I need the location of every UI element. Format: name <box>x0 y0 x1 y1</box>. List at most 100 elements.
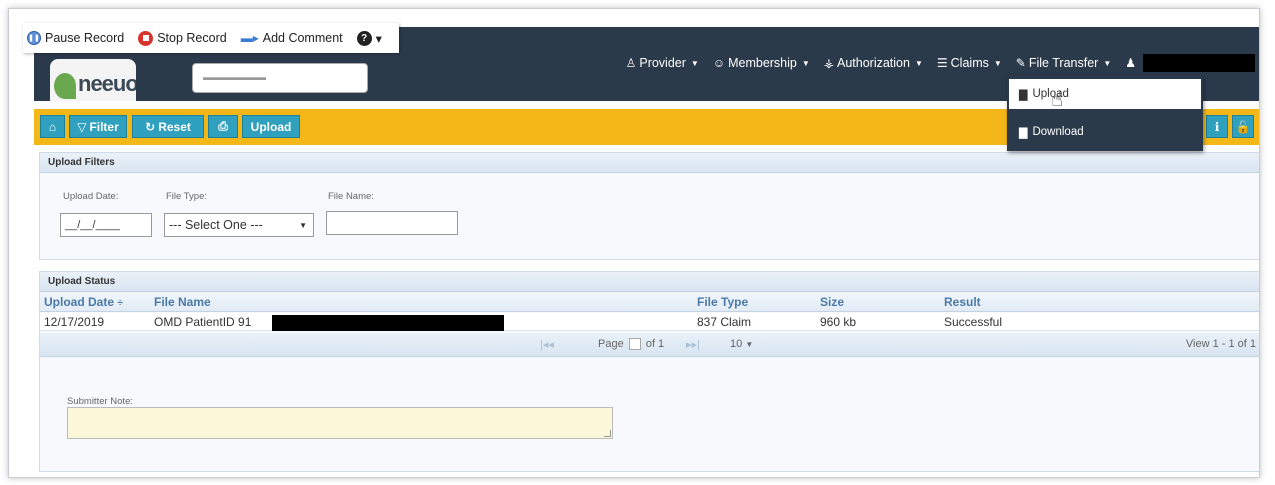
recording-toolbar: ❚❚ Pause Record Stop Record ▬▸ Add Comme… <box>23 23 399 53</box>
upload-status-panel: Upload Status Upload Date ÷ File Name Fi… <box>39 271 1259 376</box>
file-type-value: --- Select One --- <box>169 218 263 232</box>
comment-icon: ▬▸ <box>240 31 259 45</box>
nav-authorization-label: Authorization <box>837 56 910 70</box>
dropdown-upload-item[interactable]: ▇ Upload <box>1009 79 1201 109</box>
info-icon: ℹ <box>1214 119 1220 134</box>
nav-provider[interactable]: ♙ Provider ▼ <box>626 54 699 72</box>
file-icon: ▇ <box>1019 88 1028 101</box>
page-label: Page <box>598 338 624 350</box>
pause-icon: ❚❚ <box>27 31 41 45</box>
help-icon: ? <box>356 30 372 46</box>
view-count-text: View 1 - 1 of 1 <box>1185 338 1256 350</box>
file-transfer-dropdown: ▇ Upload ▇ Download <box>1007 75 1203 151</box>
cell-file-name: OMD PatientID 91 <box>154 315 252 329</box>
first-page-icon[interactable]: |◂◂ <box>540 338 554 351</box>
home-button[interactable]: ⌂ <box>40 115 65 138</box>
chevron-down-icon: ▼ <box>690 58 699 68</box>
file-name-label: File Name: <box>328 191 374 202</box>
nav-claims[interactable]: ☰ Claims ▼ <box>937 54 1002 72</box>
page-of-label: of 1 <box>645 338 665 350</box>
nav-authorization[interactable]: ⚶ Authorization ▼ <box>824 54 923 72</box>
upload-filters-title: Upload Filters <box>40 153 1259 173</box>
submitter-note-textarea[interactable] <box>67 407 613 439</box>
filter-button-label: Filter <box>89 119 119 134</box>
nav-membership-label: Membership <box>728 56 797 70</box>
column-header-upload-date[interactable]: Upload Date ÷ <box>44 295 123 309</box>
home-icon: ⌂ <box>48 119 57 134</box>
unlock-button[interactable]: 🔓 <box>1232 115 1254 138</box>
chevron-down-icon: ▼ <box>801 58 810 68</box>
file-icon: ▇ <box>1019 126 1028 139</box>
cell-file-type: 837 Claim <box>697 315 752 329</box>
dropdown-download-label: Download <box>1032 126 1084 138</box>
cell-upload-date: 12/17/2019 <box>44 315 105 329</box>
unlock-icon: 🔓 <box>1235 119 1251 134</box>
sort-icon: ÷ <box>117 298 123 309</box>
page-indicator: Page of 1 <box>598 338 665 351</box>
provider-icon: ♙ <box>625 56 637 70</box>
hand-cursor-icon: ☝ <box>1051 89 1064 111</box>
filter-button[interactable]: ▽ Filter <box>69 115 127 138</box>
upload-filters-panel: Upload Filters Upload Date: __/__/____ F… <box>39 152 1259 260</box>
search-input[interactable]: ▬▬▬▬▬▬▬ <box>192 63 368 93</box>
nav-membership[interactable]: ☺ Membership ▼ <box>713 54 810 72</box>
pause-record-button[interactable]: ❚❚ Pause Record <box>27 31 124 45</box>
chevron-down-icon: ▼ <box>993 58 1002 68</box>
stop-icon <box>138 30 154 46</box>
redacted-user-name <box>1143 54 1255 72</box>
chevron-down-icon: ▼ <box>745 340 754 349</box>
column-header-file-type[interactable]: File Type <box>697 295 748 309</box>
pause-record-label: Pause Record <box>45 31 125 45</box>
table-header: Upload Date ÷ File Name File Type Size R… <box>40 292 1259 312</box>
file-type-label: File Type: <box>166 191 208 202</box>
column-header-size[interactable]: Size <box>820 295 844 309</box>
table-pager: |◂◂ Page of 1 ▸▸| 10 ▼ View 1 - 1 of 1 <box>40 333 1259 357</box>
nav-user-account[interactable]: ♟ <box>1125 54 1255 72</box>
dropdown-download-item[interactable]: ▇ Download <box>1009 119 1201 145</box>
logo: neeuo <box>50 59 136 101</box>
reset-button-label: Reset <box>158 119 191 134</box>
last-page-icon[interactable]: ▸▸| <box>686 338 700 351</box>
column-header-result[interactable]: Result <box>944 295 981 309</box>
upload-status-title: Upload Status <box>40 272 1259 292</box>
main-menu: ♙ Provider ▼ ☺ Membership ▼ ⚶ Authorizat… <box>626 54 1255 72</box>
sitemap-icon: ⚶ <box>823 56 834 70</box>
column-header-file-name[interactable]: File Name <box>154 295 211 309</box>
nav-claims-label: Claims <box>950 56 989 70</box>
stop-record-label: Stop Record <box>157 31 227 45</box>
user-icon: ☺ <box>712 56 726 70</box>
chevron-down-icon: ▼ <box>914 58 923 68</box>
help-menu-button[interactable]: ? ▾ <box>356 30 382 46</box>
page-number-input[interactable] <box>628 338 641 351</box>
help-menu-caret: ▾ <box>375 31 382 46</box>
filter-icon: ▽ <box>77 119 87 134</box>
redacted-file-name <box>272 315 504 331</box>
info-button[interactable]: ℹ <box>1206 115 1228 138</box>
add-comment-label: Add Comment <box>262 31 343 45</box>
file-name-input[interactable] <box>326 211 458 235</box>
upload-button-label: Upload <box>250 119 292 134</box>
upload-date-label: Upload Date: <box>63 191 119 202</box>
table-row[interactable]: 12/17/2019 OMD PatientID 91 837 Claim 96… <box>40 313 1259 331</box>
search-icon: ▬▬▬▬▬▬▬ <box>203 72 266 82</box>
nav-provider-label: Provider <box>639 56 686 70</box>
logo-wordmark: neeuo <box>78 71 136 96</box>
file-type-select[interactable]: --- Select One --- ▼ <box>164 213 314 237</box>
add-comment-button[interactable]: ▬▸ Add Comment <box>241 31 343 45</box>
print-icon: ⎙ <box>218 119 228 133</box>
app-window: neeuo ▬▬▬▬▬▬▬ ♙ Provider ▼ ☺ Membership … <box>8 8 1260 478</box>
upload-toolbar-button[interactable]: Upload <box>242 115 300 138</box>
reset-button[interactable]: ↻ Reset <box>132 115 204 138</box>
resize-handle-icon[interactable] <box>604 430 611 437</box>
print-button[interactable]: ⎙ <box>208 115 238 138</box>
page-size-select[interactable]: 10 ▼ <box>730 338 753 350</box>
upload-date-field[interactable]: __/__/____ <box>60 213 152 237</box>
nav-file-transfer[interactable]: ✎ File Transfer ▼ <box>1016 54 1111 72</box>
cell-size: 960 kb <box>820 315 857 329</box>
cell-result: Successful <box>944 315 1003 329</box>
stop-record-button[interactable]: Stop Record <box>138 30 227 46</box>
submitter-note-label: Submitter Note: <box>67 396 133 407</box>
leaf-logo-icon <box>54 73 76 99</box>
column-upload-date-label: Upload Date <box>44 295 115 309</box>
file-edit-icon: ✎ <box>1015 56 1026 70</box>
